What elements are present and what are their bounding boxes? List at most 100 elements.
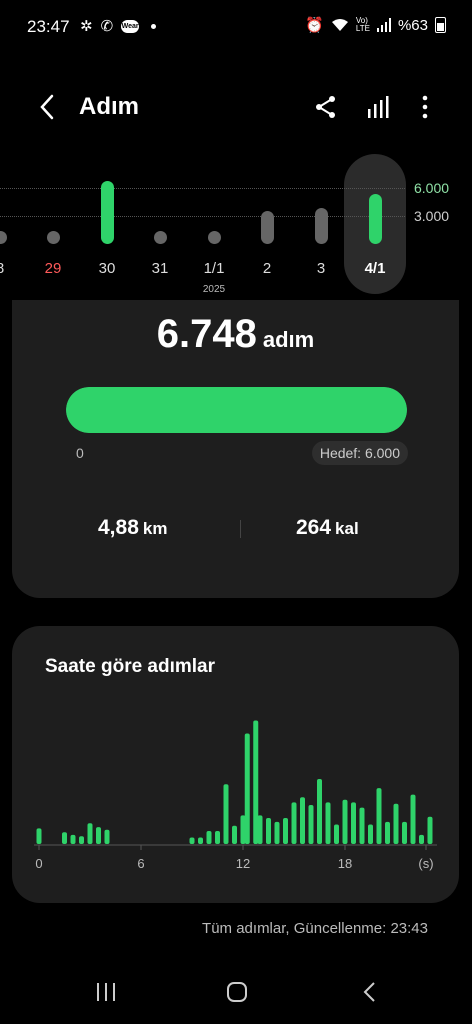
hourly-chart: 0 6 12 18 (s) bbox=[34, 720, 437, 871]
day-label[interactable]: 31 bbox=[140, 260, 180, 277]
day-bar[interactable] bbox=[369, 193, 382, 244]
hour-bar[interactable] bbox=[317, 779, 322, 844]
stat-divider bbox=[240, 520, 241, 538]
hour-bar[interactable] bbox=[359, 807, 365, 844]
day-bar[interactable] bbox=[0, 231, 7, 244]
goal-badge[interactable]: Hedef: 6.000 bbox=[311, 441, 408, 465]
distance-stat: 4,88 km bbox=[98, 516, 167, 540]
hour-bar[interactable] bbox=[70, 834, 76, 844]
day-bar[interactable] bbox=[154, 231, 167, 244]
home-icon[interactable] bbox=[225, 980, 249, 1004]
hour-bar[interactable] bbox=[300, 797, 305, 844]
signal-icon bbox=[376, 18, 391, 32]
hour-bar[interactable] bbox=[419, 834, 424, 844]
wifi-icon bbox=[331, 19, 348, 31]
hour-bar[interactable] bbox=[325, 802, 331, 844]
day-bar[interactable] bbox=[101, 181, 114, 244]
day-label[interactable]: 3 bbox=[301, 260, 341, 277]
day-label[interactable]: 2 bbox=[247, 260, 287, 277]
hour-bar[interactable] bbox=[189, 837, 195, 845]
calories-unit: kal bbox=[335, 519, 359, 538]
notification-icons: ✲ ✆ Wear bbox=[80, 17, 157, 35]
fan-icon: ✲ bbox=[80, 18, 93, 35]
hour-bar[interactable] bbox=[198, 837, 203, 845]
status-bar: 23:47 ✲ ✆ Wear ⏰ Vo) LTE %63 bbox=[0, 0, 472, 54]
step-unit: adım bbox=[262, 327, 315, 352]
x-tick-label: (s) bbox=[418, 856, 433, 871]
wear-icon: Wear bbox=[121, 19, 140, 33]
status-time: 23:47 bbox=[27, 17, 70, 36]
hour-bar[interactable] bbox=[257, 815, 263, 844]
day-bar[interactable] bbox=[208, 231, 221, 244]
hour-bar[interactable] bbox=[244, 733, 250, 845]
battery-percent: %63 bbox=[397, 16, 428, 34]
alarm-icon: ⏰ bbox=[305, 17, 324, 34]
day-label[interactable]: 4/1 bbox=[355, 260, 395, 277]
update-footer: Tüm adımlar, Güncellenme: 23:43 bbox=[202, 920, 428, 937]
back-arrow-icon[interactable] bbox=[34, 92, 60, 122]
system-icons: ⏰ Vo) LTE %63 bbox=[305, 16, 446, 34]
step-count-value: 6.748 bbox=[156, 312, 257, 356]
day-label[interactable]: 30 bbox=[87, 260, 127, 277]
hour-bar[interactable] bbox=[206, 831, 212, 844]
hour-bar[interactable] bbox=[232, 825, 237, 844]
hour-bar[interactable] bbox=[410, 794, 416, 844]
gridline-3000 bbox=[0, 216, 405, 217]
distance-value: 4,88 bbox=[98, 516, 139, 539]
hour-bar[interactable] bbox=[104, 829, 110, 844]
missed-call-icon: ✆ bbox=[100, 18, 114, 35]
day-bar[interactable] bbox=[47, 231, 60, 244]
progress-zero-label: 0 bbox=[76, 445, 84, 461]
day-bar[interactable] bbox=[315, 208, 328, 244]
hour-bar[interactable] bbox=[334, 824, 339, 845]
summary-card: 6.748 adım 0 Hedef: 6.000 4,88 km 264 kal bbox=[12, 300, 459, 598]
year-label: 2025 bbox=[202, 284, 226, 295]
day-label[interactable]: 1/1 bbox=[194, 260, 234, 277]
hour-bar[interactable] bbox=[342, 799, 348, 844]
gridline-6000 bbox=[0, 188, 405, 189]
back-nav-icon[interactable] bbox=[358, 980, 382, 1004]
hour-bar[interactable] bbox=[351, 802, 356, 844]
goal-progress-fill bbox=[66, 387, 407, 433]
hour-bar[interactable] bbox=[36, 828, 42, 844]
y-label-6000: 6.000 bbox=[414, 180, 450, 196]
calories-stat: 264 kal bbox=[296, 516, 359, 540]
hour-bar[interactable] bbox=[96, 827, 101, 844]
goal-progress-bar bbox=[66, 387, 407, 433]
hour-bar[interactable] bbox=[266, 818, 271, 844]
hour-bar[interactable] bbox=[87, 823, 93, 844]
hour-bar[interactable] bbox=[62, 832, 67, 844]
hour-bar[interactable] bbox=[402, 821, 407, 844]
calories-value: 264 bbox=[296, 516, 332, 539]
x-tick-label: 0 bbox=[35, 856, 42, 871]
hour-bar[interactable] bbox=[283, 818, 288, 844]
more-notifications-dot bbox=[151, 23, 157, 29]
x-tick-label: 6 bbox=[137, 856, 144, 871]
hour-bar[interactable] bbox=[393, 803, 399, 844]
share-icon[interactable] bbox=[313, 94, 339, 120]
battery-icon bbox=[435, 17, 446, 33]
hour-bar[interactable] bbox=[308, 805, 314, 844]
step-count: 6.748 adım bbox=[12, 312, 459, 357]
hour-bar[interactable] bbox=[215, 831, 220, 844]
x-tick-label: 12 bbox=[236, 856, 250, 871]
hour-bar[interactable] bbox=[274, 821, 280, 844]
app-bar: Adım bbox=[0, 80, 472, 134]
x-tick-label: 18 bbox=[338, 856, 352, 871]
system-nav-bar bbox=[0, 970, 472, 1024]
hour-bar[interactable] bbox=[385, 821, 390, 844]
distance-unit: km bbox=[142, 519, 168, 538]
day-label[interactable]: 8 bbox=[0, 260, 20, 277]
hour-bar[interactable] bbox=[427, 816, 433, 844]
recent-apps-icon[interactable] bbox=[94, 980, 118, 1004]
hour-bar[interactable] bbox=[291, 802, 297, 844]
day-label[interactable]: 29 bbox=[33, 260, 73, 277]
hour-bar[interactable] bbox=[376, 788, 382, 844]
day-bar[interactable] bbox=[261, 211, 274, 244]
hour-bar[interactable] bbox=[223, 784, 229, 844]
more-options-icon[interactable] bbox=[412, 94, 438, 120]
hourly-steps-card[interactable]: Saate göre adımlar 0 6 12 18 (s) bbox=[12, 626, 459, 903]
chart-icon[interactable] bbox=[365, 94, 391, 120]
hour-bar[interactable] bbox=[79, 836, 84, 844]
hour-bar[interactable] bbox=[368, 824, 373, 845]
